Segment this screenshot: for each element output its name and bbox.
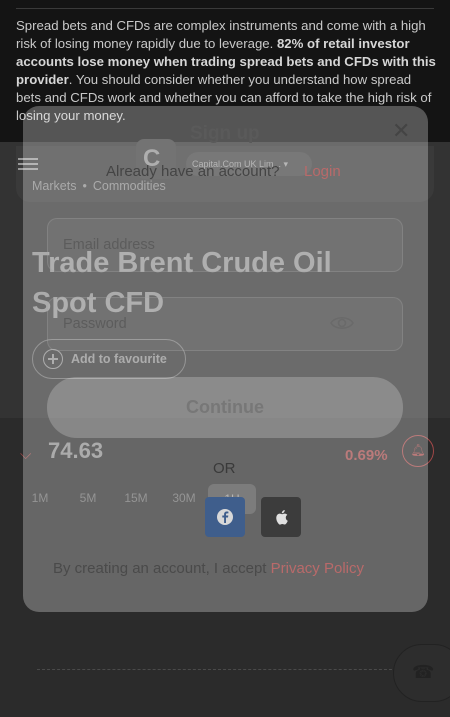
eye-icon[interactable] bbox=[330, 313, 354, 333]
email-field[interactable] bbox=[47, 218, 403, 272]
divider bbox=[16, 8, 434, 9]
chart-baseline bbox=[37, 669, 397, 670]
or-divider: OR bbox=[213, 460, 236, 477]
modal-title: Sign up bbox=[190, 123, 260, 144]
login-link[interactable]: Login bbox=[304, 163, 341, 180]
facebook-login-button[interactable] bbox=[205, 497, 245, 537]
privacy-policy-link[interactable]: Privacy Policy bbox=[271, 560, 364, 577]
apple-login-button[interactable] bbox=[261, 497, 301, 537]
terms-text: By creating an account, I accept Privacy… bbox=[53, 560, 364, 577]
close-icon[interactable]: ✕ bbox=[392, 120, 410, 142]
continue-button[interactable]: Continue bbox=[47, 377, 403, 438]
headset-icon: ☎︎ bbox=[412, 662, 435, 682]
facebook-icon bbox=[217, 509, 233, 525]
apple-icon bbox=[276, 510, 288, 525]
have-account-text: Already have an account? bbox=[106, 163, 280, 180]
support-button[interactable]: ☎︎ bbox=[393, 644, 450, 702]
